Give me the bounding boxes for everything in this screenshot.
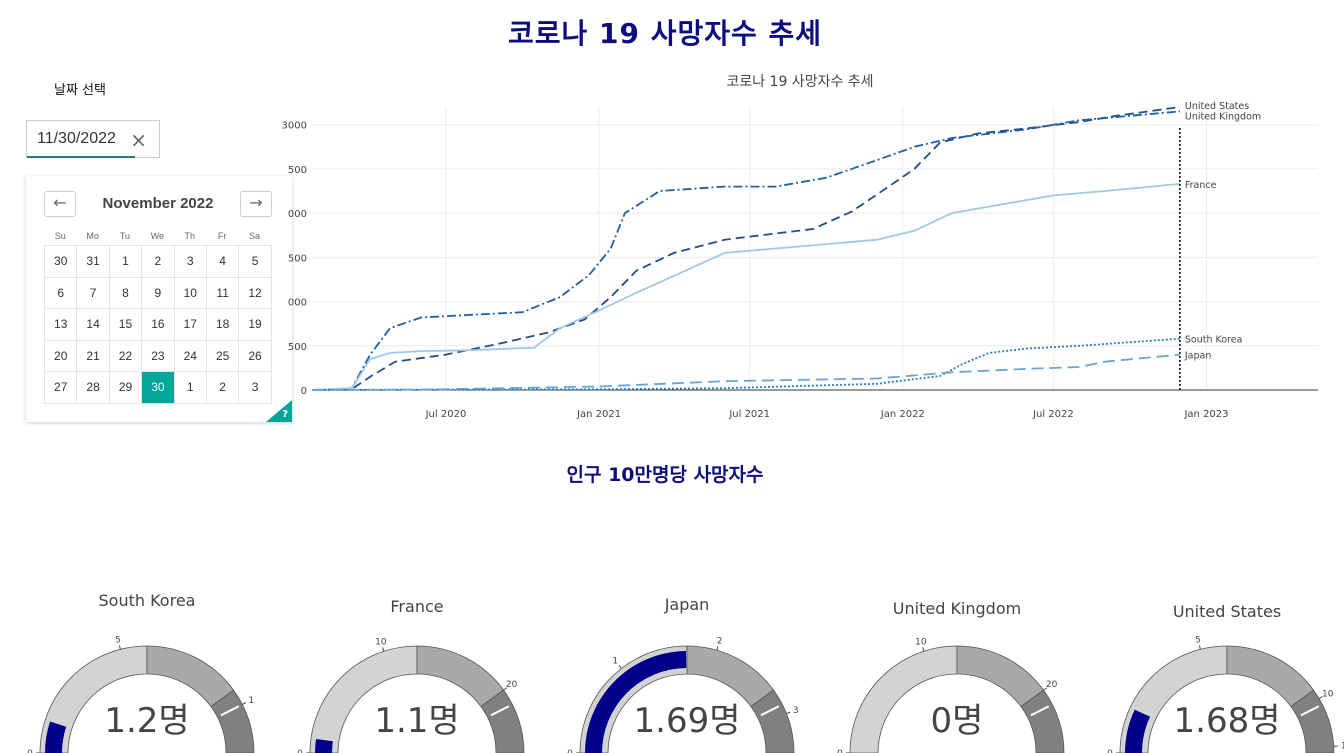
- gauge-title: France: [390, 597, 444, 616]
- gauge-title: United States: [1172, 602, 1282, 621]
- gauge-tick: [922, 647, 925, 652]
- series-label: United States: [1185, 101, 1249, 112]
- gauge-tick: [1198, 645, 1201, 650]
- gauge-united-states: 05101United States1.68명: [1102, 585, 1344, 753]
- gauge-tick: [118, 645, 121, 650]
- gauge-value-text: 1.68명: [1173, 701, 1281, 741]
- gauge-tick-label: 0: [837, 749, 843, 753]
- gauge-tick-label: 20: [1046, 680, 1058, 690]
- y-tick-label: 3000: [282, 121, 307, 132]
- gauge-title: South Korea: [98, 591, 196, 610]
- x-tick-label: Jul 2022: [1032, 409, 1074, 420]
- gauge-tick-label: 5: [1195, 636, 1201, 646]
- series-line: [311, 337, 1180, 391]
- gauge-value-text: 1.69명: [633, 701, 741, 741]
- y-tick-label: 000: [288, 298, 307, 309]
- gauge-title: Japan: [664, 595, 710, 614]
- gauge-value-text: 0명: [930, 701, 984, 741]
- gauge-title: United Kingdom: [892, 599, 1022, 618]
- y-tick-label: 500: [288, 253, 307, 264]
- gauge-tick-label: 0: [1107, 749, 1113, 753]
- gauge-tick-label: 10: [915, 638, 927, 648]
- gauge-tick: [382, 647, 385, 652]
- y-tick-label: 000: [288, 209, 307, 220]
- gauge-tick-label: 2: [717, 637, 723, 647]
- y-tick-label: 500: [288, 165, 307, 176]
- x-tick-label: Jan 2021: [576, 409, 621, 420]
- gauge-value-text: 1.2명: [104, 701, 190, 741]
- gauge-tick-label: 0: [297, 749, 303, 753]
- series-line: [311, 183, 1180, 391]
- y-tick-label: 500: [288, 342, 307, 353]
- gauge-tick-label: 1: [612, 657, 618, 667]
- gauge-united-kingdom: 0 10 20 United Kingdom 0명: [832, 585, 1082, 753]
- x-tick-label: Jul 2021: [728, 409, 770, 420]
- gauge-section-title: 인구 10만명당 사망자수: [566, 464, 764, 486]
- gauge-tick-label: 0: [567, 749, 573, 753]
- gauge-japan: 0123Japan1.69명: [562, 585, 812, 753]
- series-line: [311, 353, 1180, 391]
- gauge-tick-label: 20: [506, 680, 518, 690]
- gauge-south-korea: 051South Korea1.2명: [22, 585, 272, 753]
- gauge-tick: [618, 664, 622, 669]
- series-label: United Kingdom: [1185, 111, 1261, 122]
- x-tick-label: Jan 2022: [880, 409, 925, 420]
- line-chart: Jul 2020 Jan 2021 Jul 2021 Jan 2022 Jul 2022…: [282, 101, 1318, 420]
- y-tick-label: 0: [301, 386, 307, 397]
- series-label: France: [1185, 180, 1217, 191]
- series-label: Japan: [1184, 351, 1212, 362]
- gauge-tick-label: 5: [115, 636, 121, 646]
- gauge-value-text: 1.1명: [374, 701, 460, 741]
- gauge-tick: [716, 646, 719, 651]
- x-tick-label: Jul 2020: [425, 409, 467, 420]
- series-label: South Korea: [1185, 335, 1243, 346]
- x-tick-label: Jan 2023: [1183, 409, 1228, 420]
- series-line: [311, 106, 1181, 391]
- gauge-tick-label: 0: [27, 749, 33, 753]
- gauge-france: 0 10 20 France 1.1명: [292, 585, 542, 753]
- gauge-tick-label: 10: [375, 638, 387, 648]
